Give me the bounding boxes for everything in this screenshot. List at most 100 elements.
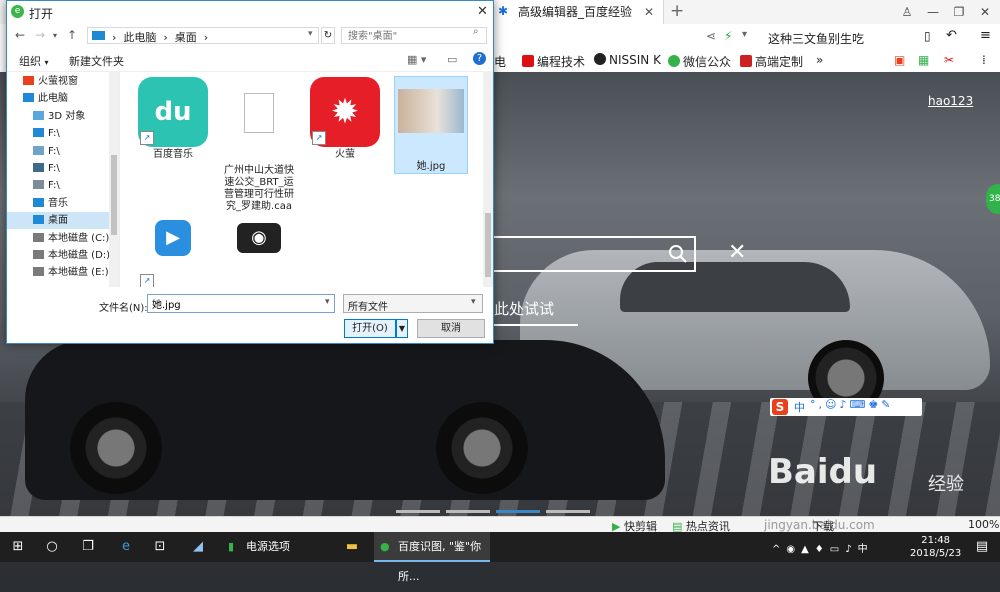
new-tab-button[interactable]: + bbox=[670, 0, 684, 22]
notification-icon[interactable]: ▤ bbox=[974, 539, 990, 555]
task-view-icon[interactable]: ❐ bbox=[80, 539, 96, 555]
preview-pane-icon[interactable]: ▭ bbox=[447, 53, 457, 66]
minimize-icon[interactable]: — bbox=[924, 3, 942, 21]
file-item[interactable]: 她.jpg bbox=[394, 76, 468, 174]
file-scrollbar-thumb[interactable] bbox=[485, 213, 491, 277]
view-options-icon[interactable]: ▦ ▾ bbox=[407, 53, 426, 66]
bookmarks-more[interactable]: » bbox=[816, 53, 823, 67]
help-icon[interactable]: ? bbox=[473, 52, 486, 65]
ime-tools-icons[interactable]: °,☺♪⌨♚✎ bbox=[810, 398, 893, 411]
slide-indicator[interactable] bbox=[496, 510, 540, 513]
search-input[interactable] bbox=[341, 27, 487, 44]
file-explorer-icon[interactable]: ▬ bbox=[344, 539, 360, 555]
sogou-icon[interactable]: S bbox=[772, 399, 788, 415]
dialog-close-icon[interactable]: ✕ bbox=[477, 4, 488, 19]
phone-icon[interactable]: ▯ bbox=[924, 29, 931, 43]
camera-icon: ◉ bbox=[224, 223, 294, 287]
cortana-icon[interactable]: ○ bbox=[44, 539, 60, 555]
forward-arrow-icon[interactable]: → bbox=[35, 28, 45, 42]
download-icon bbox=[33, 128, 44, 138]
refresh-icon[interactable]: ↻ bbox=[321, 27, 335, 44]
search-suggestion[interactable]: 这种三文鱼别生吃 bbox=[768, 30, 864, 47]
open-dropdown-button[interactable]: ▼ bbox=[396, 319, 408, 338]
nav-item[interactable]: 火萤视窗 bbox=[7, 73, 119, 90]
nav-item[interactable]: F:\ bbox=[7, 143, 119, 160]
calendar-icon[interactable]: ▦ bbox=[918, 53, 929, 67]
nav-scrollbar-thumb[interactable] bbox=[111, 155, 117, 235]
bookmark-item[interactable]: 微信公众 bbox=[668, 53, 731, 70]
tab-baidu-jingyan[interactable]: ✱ 高级编辑器_百度经验 ✕ bbox=[494, 0, 664, 24]
file-item[interactable]: du ↗ 百度音乐 bbox=[137, 77, 209, 161]
extension-badge[interactable]: 38 bbox=[986, 184, 1000, 214]
open-button[interactable]: 打开(O) bbox=[344, 319, 396, 338]
chevron-down-icon[interactable]: ▾ bbox=[742, 29, 747, 40]
close-icon[interactable]: ✕ bbox=[728, 240, 746, 265]
chevron-down-icon[interactable]: ▾ bbox=[308, 29, 313, 39]
image-search-box[interactable] bbox=[494, 236, 696, 272]
search-icon[interactable] bbox=[668, 244, 688, 264]
bookmark-item[interactable]: NISSIN K bbox=[594, 53, 661, 67]
edge-icon[interactable]: e bbox=[118, 539, 134, 555]
new-folder-button[interactable]: 新建文件夹 bbox=[69, 53, 124, 69]
paw-icon: ✱ bbox=[498, 4, 509, 18]
breadcrumb-desktop[interactable]: 桌面 bbox=[175, 31, 197, 44]
up-arrow-icon[interactable]: ↑ bbox=[67, 28, 77, 42]
ime-lang[interactable]: 中 bbox=[794, 399, 805, 415]
ime-toolbar[interactable]: S 中 °,☺♪⌨♚✎ bbox=[770, 398, 922, 416]
document-icon bbox=[224, 93, 294, 163]
chevron-down-icon[interactable]: ▾ bbox=[471, 297, 476, 307]
nav-item[interactable]: 桌面 bbox=[7, 212, 119, 230]
bookmark-item[interactable]: 高端定制 bbox=[740, 53, 803, 70]
nav-item[interactable]: 本地磁盘 (E:) bbox=[7, 264, 119, 281]
nav-item[interactable]: 本地磁盘 (C:) bbox=[7, 230, 119, 247]
nav-item[interactable]: F:\ bbox=[7, 125, 119, 142]
nav-item[interactable]: 此电脑 bbox=[7, 90, 119, 107]
store-icon[interactable]: ⊡ bbox=[152, 539, 168, 555]
nav-item[interactable]: 3D 对象 bbox=[7, 108, 119, 125]
slide-indicator[interactable] bbox=[446, 510, 490, 513]
breadcrumb-pc[interactable]: 此电脑 bbox=[123, 31, 156, 44]
taskbar-item-browser[interactable]: ● 百度识图, "鉴"你所... bbox=[374, 532, 490, 583]
cancel-button[interactable]: 取消 bbox=[417, 319, 485, 338]
bookmark-item[interactable]: 编程技术 bbox=[522, 53, 585, 70]
restore-icon[interactable]: ❐ bbox=[950, 3, 968, 21]
undo-icon[interactable]: ↶ bbox=[946, 28, 957, 43]
zoom-level[interactable]: 100% bbox=[968, 518, 999, 531]
file-item[interactable]: ✹ ↗ 火萤 bbox=[309, 77, 381, 161]
path-breadcrumb[interactable]: › 此电脑 › 桌面 › ▾ bbox=[87, 27, 319, 44]
taskbar-clock[interactable]: 21:48 2018/5/23 bbox=[910, 534, 961, 560]
menu-icon[interactable]: ≡ bbox=[980, 28, 991, 43]
app-icon[interactable]: ◢ bbox=[190, 539, 206, 555]
tab-close-icon[interactable]: ✕ bbox=[644, 0, 654, 24]
slide-indicator[interactable] bbox=[396, 510, 440, 513]
hao123-link[interactable]: hao123 bbox=[928, 94, 973, 108]
document-icon bbox=[33, 180, 44, 190]
filename-input[interactable] bbox=[147, 294, 335, 313]
nav-item[interactable]: F:\ bbox=[7, 177, 119, 194]
file-item[interactable]: 广州中山大道快速公交_BRT_运营管理可行性研究_罗建助.caa bbox=[223, 77, 295, 213]
tv-icon[interactable]: ▣ bbox=[894, 53, 905, 67]
chevron-down-icon[interactable]: ▾ bbox=[325, 297, 330, 307]
share-icon[interactable]: ⋖ bbox=[706, 29, 716, 43]
system-tray[interactable]: ^◉▲♦▭♪中 bbox=[772, 540, 874, 555]
nav-item[interactable]: F:\ bbox=[7, 160, 119, 177]
close-window-icon[interactable]: ✕ bbox=[976, 3, 994, 21]
scissors-icon[interactable]: ✂ bbox=[944, 53, 954, 67]
grid-icon[interactable]: ⁞ bbox=[982, 53, 986, 67]
nav-item-label: F:\ bbox=[48, 180, 60, 192]
nav-item[interactable]: 本地磁盘 (D:) bbox=[7, 247, 119, 264]
taskbar-item-power[interactable]: ▮ 电源选项 bbox=[222, 532, 338, 562]
back-arrow-icon[interactable]: ← bbox=[15, 28, 25, 42]
windows-start-icon[interactable]: ⊞ bbox=[10, 539, 26, 555]
lightning-icon[interactable]: ⚡ bbox=[724, 29, 732, 43]
organize-button[interactable]: 组织 ▾ bbox=[19, 53, 49, 69]
shirt-icon[interactable]: ♙ bbox=[898, 3, 916, 21]
recent-chevron-icon[interactable]: ▾ bbox=[53, 31, 57, 40]
dialog-title-bar[interactable]: e 打开 ✕ bbox=[7, 1, 493, 23]
file-item[interactable]: ▶↗迅捷视频转换器 bbox=[137, 203, 209, 287]
bookmark-item[interactable]: 电 bbox=[494, 53, 506, 70]
nav-item[interactable]: 音乐 bbox=[7, 195, 119, 212]
slide-indicator[interactable] bbox=[546, 510, 590, 513]
file-item[interactable]: ◉抓图软件.exe bbox=[223, 203, 295, 287]
filetype-select[interactable]: 所有文件 bbox=[343, 294, 483, 313]
